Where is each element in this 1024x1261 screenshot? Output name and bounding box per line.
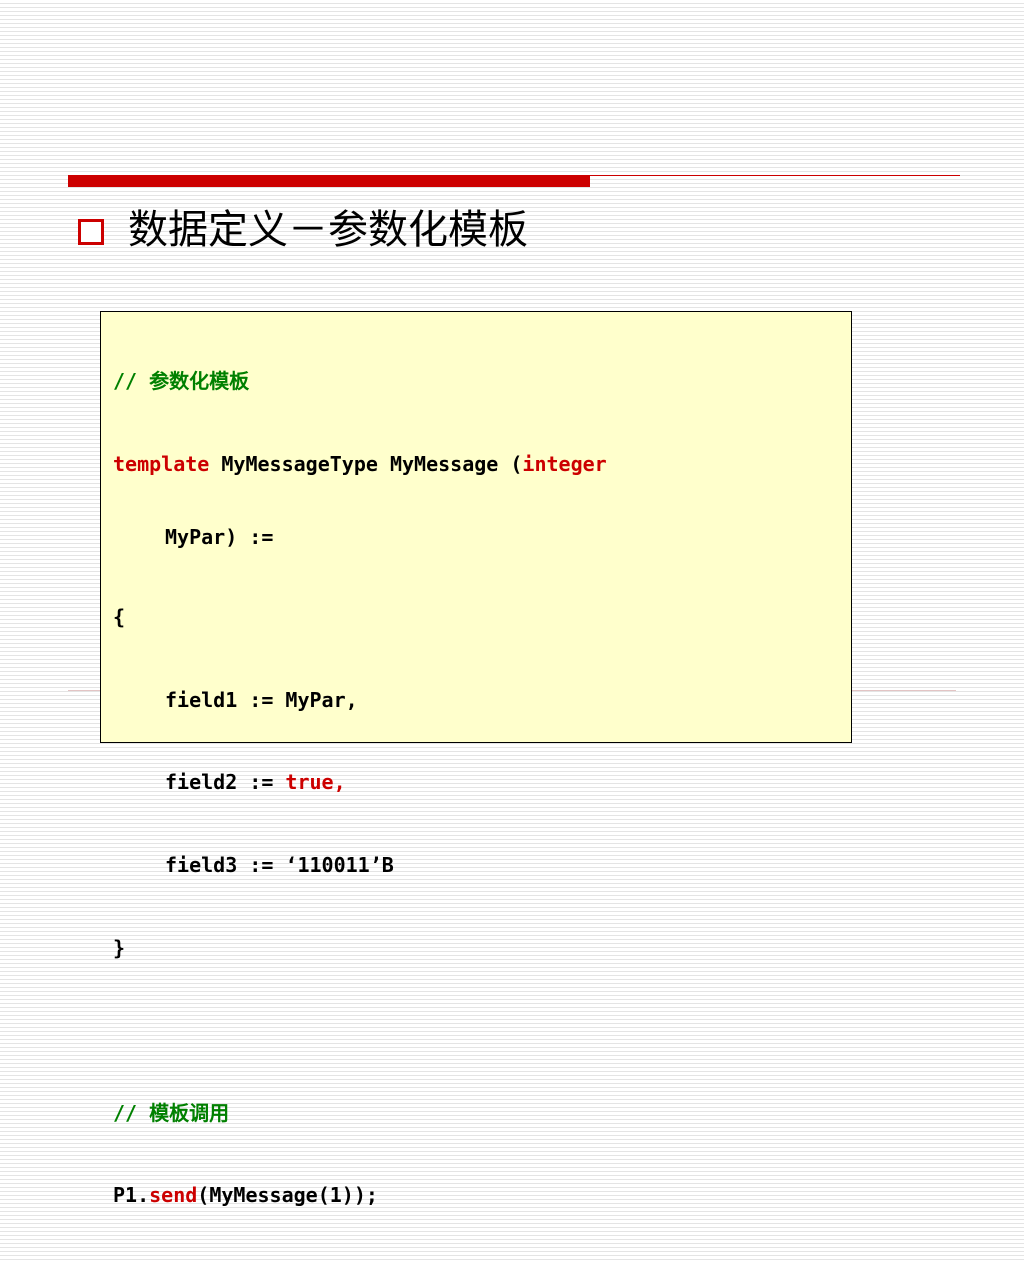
title-accent-bar <box>68 175 590 187</box>
call-arguments: (MyMessage(1)); <box>197 1183 378 1208</box>
code-comment-template-call: // 模板调用 <box>113 1100 230 1125</box>
code-line-template-declaration: template MyMessageType MyMessage (intege… <box>113 447 607 482</box>
code-line-template-continuation: MyPar) := <box>165 525 274 550</box>
code-line-field2: field2 := true, <box>113 765 607 800</box>
slide-title: 数据定义－参数化模板 <box>128 207 528 253</box>
code-comment-parameterized-template: // 参数化模板 <box>113 369 250 393</box>
square-bullet-icon <box>78 219 104 245</box>
code-close-brace: } <box>113 935 126 960</box>
template-signature-text: MyMessageType MyMessage ( <box>209 451 523 476</box>
code-line-field3: field3 := ‘110011’B <box>165 852 394 877</box>
code-listing: // 参数化模板 template MyMessageType MyMessag… <box>113 316 607 1261</box>
code-open-brace: { <box>113 605 126 630</box>
keyword-true: true, <box>285 770 346 795</box>
code-block: // 参数化模板 template MyMessageType MyMessag… <box>100 311 852 1207</box>
keyword-integer: integer <box>522 451 607 476</box>
field2-assignment: field2 := <box>165 770 286 795</box>
title-accent-line <box>590 175 960 176</box>
keyword-template: template <box>113 451 210 476</box>
code-line-field1: field1 := MyPar, <box>165 687 358 712</box>
call-object: P1. <box>113 1183 150 1208</box>
keyword-send: send <box>149 1183 198 1208</box>
code-line-send-call: P1.send(MyMessage(1)); <box>113 1178 607 1213</box>
